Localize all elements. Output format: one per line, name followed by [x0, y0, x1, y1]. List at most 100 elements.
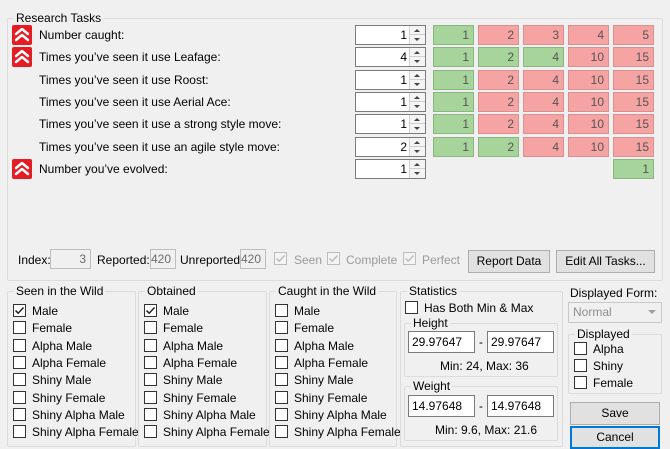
seen-checkbox[interactable] — [274, 252, 287, 265]
obtained-alpha-female-checkbox[interactable] — [144, 356, 157, 369]
task-count-stepper[interactable]: 1 — [355, 159, 426, 179]
caught-wild-shiny-male-checkbox[interactable] — [275, 373, 288, 386]
obtained-shiny-female-checkbox[interactable] — [144, 391, 157, 404]
caught-wild-shiny-male-label: Shiny Male — [294, 373, 354, 387]
seen-wild-shiny-alpha-female-label: Shiny Alpha Female — [32, 425, 139, 439]
perfect-label: Perfect — [422, 253, 461, 267]
threshold-cell: 15 — [613, 70, 654, 90]
seen-wild-shiny-alpha-male-checkbox[interactable] — [13, 408, 26, 421]
task-count-value: 1 — [400, 162, 407, 176]
task-count-value: 4 — [400, 50, 407, 64]
displayed-female-checkbox[interactable] — [574, 376, 587, 389]
unreported-label: Unreported: — [180, 253, 244, 267]
task-label: Times you’ve seen it use Leafage: — [39, 50, 221, 64]
spin-arrows-icon[interactable] — [409, 160, 425, 178]
cancel-button[interactable]: Cancel — [570, 426, 660, 449]
threshold-cell: 4 — [523, 137, 564, 157]
seen-wild-male-checkbox[interactable] — [13, 304, 26, 317]
seen-wild-male-label: Male — [32, 304, 59, 318]
obtained-alpha-male-checkbox[interactable] — [144, 339, 157, 352]
displayed-shiny-checkbox[interactable] — [574, 359, 587, 372]
displayed-form-value: Normal — [573, 305, 612, 319]
index-label: Index: — [18, 253, 51, 267]
threshold-cell: 2 — [478, 70, 519, 90]
height-max-field[interactable]: 29.97647 — [487, 331, 554, 353]
height-min-field[interactable]: 29.97647 — [408, 331, 475, 353]
has-both-min-max-checkbox[interactable] — [405, 301, 418, 314]
seen-wild-female-label: Female — [32, 321, 73, 335]
threshold-cell: 2 — [478, 137, 519, 157]
spin-arrows-icon[interactable] — [409, 71, 425, 89]
seen-wild-shiny-alpha-female-checkbox[interactable] — [13, 425, 26, 438]
task-label: Times you’ve seen it use an agile style … — [39, 140, 281, 154]
obtained-shiny-alpha-female-checkbox[interactable] — [144, 425, 157, 438]
caught-wild-male-checkbox[interactable] — [275, 304, 288, 317]
task-count-stepper[interactable]: 4 — [355, 47, 426, 67]
threshold-cell: 1 — [433, 47, 474, 67]
weight-legend: Weight — [413, 379, 451, 393]
displayed-alpha-checkbox[interactable] — [574, 342, 587, 355]
seen-wild-alpha-male-label: Alpha Male — [32, 339, 93, 353]
weight-max-field[interactable]: 14.97648 — [487, 395, 554, 417]
threshold-cell: 10 — [568, 47, 609, 67]
weight-min-field[interactable]: 14.97648 — [408, 395, 475, 417]
task-count-value: 1 — [400, 117, 407, 131]
spin-arrows-icon[interactable] — [409, 115, 425, 133]
caught-wild-shiny-alpha-male-label: Shiny Alpha Male — [294, 408, 387, 422]
obtained-alpha-male-label: Alpha Male — [163, 339, 224, 353]
chevron-down-icon — [648, 310, 656, 314]
threshold-cell: 1 — [433, 25, 474, 45]
caught-wild-shiny-alpha-female-checkbox[interactable] — [275, 425, 288, 438]
displayed-shiny-label: Shiny — [593, 359, 624, 373]
task-label: Times you’ve seen it use Aerial Ace: — [39, 95, 231, 109]
caught-wild-shiny-alpha-male-checkbox[interactable] — [275, 408, 288, 421]
task-count-stepper[interactable]: 2 — [355, 137, 426, 157]
complete-checkbox[interactable] — [327, 252, 340, 265]
caught-wild-female-label: Female — [294, 321, 335, 335]
threshold-cell: 2 — [478, 114, 519, 134]
report-data-button[interactable]: Report Data — [468, 250, 550, 273]
obtained-female-checkbox[interactable] — [144, 321, 157, 334]
seen-wild-alpha-female-checkbox[interactable] — [13, 356, 26, 369]
caught-wild-shiny-female-checkbox[interactable] — [275, 391, 288, 404]
displayed-form-label: Displayed Form: — [570, 286, 658, 300]
displayed-form-select[interactable]: Normal — [568, 302, 662, 323]
perfect-checkbox[interactable] — [403, 252, 416, 265]
task-count-value: 2 — [400, 140, 407, 154]
task-count-stepper[interactable]: 1 — [355, 114, 426, 134]
threshold-cell: 10 — [568, 92, 609, 112]
obtained-legend: Obtained — [147, 284, 196, 298]
seen-in-wild-legend: Seen in the Wild — [16, 284, 104, 298]
threshold-cell: 4 — [568, 25, 609, 45]
spin-arrows-icon[interactable] — [409, 138, 425, 156]
seen-label: Seen — [294, 253, 323, 267]
seen-wild-shiny-male-checkbox[interactable] — [13, 373, 26, 386]
save-button[interactable]: Save — [570, 402, 660, 425]
spin-arrows-icon[interactable] — [409, 26, 425, 44]
caught-wild-female-checkbox[interactable] — [275, 321, 288, 334]
task-count-stepper[interactable]: 1 — [355, 25, 426, 45]
task-count-stepper[interactable]: 1 — [355, 70, 426, 90]
threshold-cell: 15 — [613, 114, 654, 134]
seen-wild-female-checkbox[interactable] — [13, 321, 26, 334]
edit-all-tasks-button[interactable]: Edit All Tasks... — [556, 250, 655, 273]
threshold-cell: 10 — [568, 70, 609, 90]
caught-wild-male-label: Male — [294, 304, 321, 318]
priority-icon — [12, 25, 32, 45]
caught-wild-alpha-female-checkbox[interactable] — [275, 356, 288, 369]
spin-arrows-icon[interactable] — [409, 48, 425, 66]
threshold-cell: 1 — [433, 137, 474, 157]
caught-wild-alpha-male-label: Alpha Male — [294, 339, 355, 353]
threshold-cell: 4 — [523, 47, 564, 67]
task-count-stepper[interactable]: 1 — [355, 92, 426, 112]
unreported-field: 420 — [240, 249, 266, 269]
seen-wild-shiny-female-checkbox[interactable] — [13, 391, 26, 404]
spin-arrows-icon[interactable] — [409, 93, 425, 111]
threshold-cell: 1 — [433, 114, 474, 134]
obtained-shiny-male-checkbox[interactable] — [144, 373, 157, 386]
threshold-cell: 1 — [613, 159, 654, 179]
seen-wild-alpha-male-checkbox[interactable] — [13, 339, 26, 352]
obtained-shiny-alpha-male-checkbox[interactable] — [144, 408, 157, 421]
obtained-male-checkbox[interactable] — [144, 304, 157, 317]
caught-wild-alpha-male-checkbox[interactable] — [275, 339, 288, 352]
